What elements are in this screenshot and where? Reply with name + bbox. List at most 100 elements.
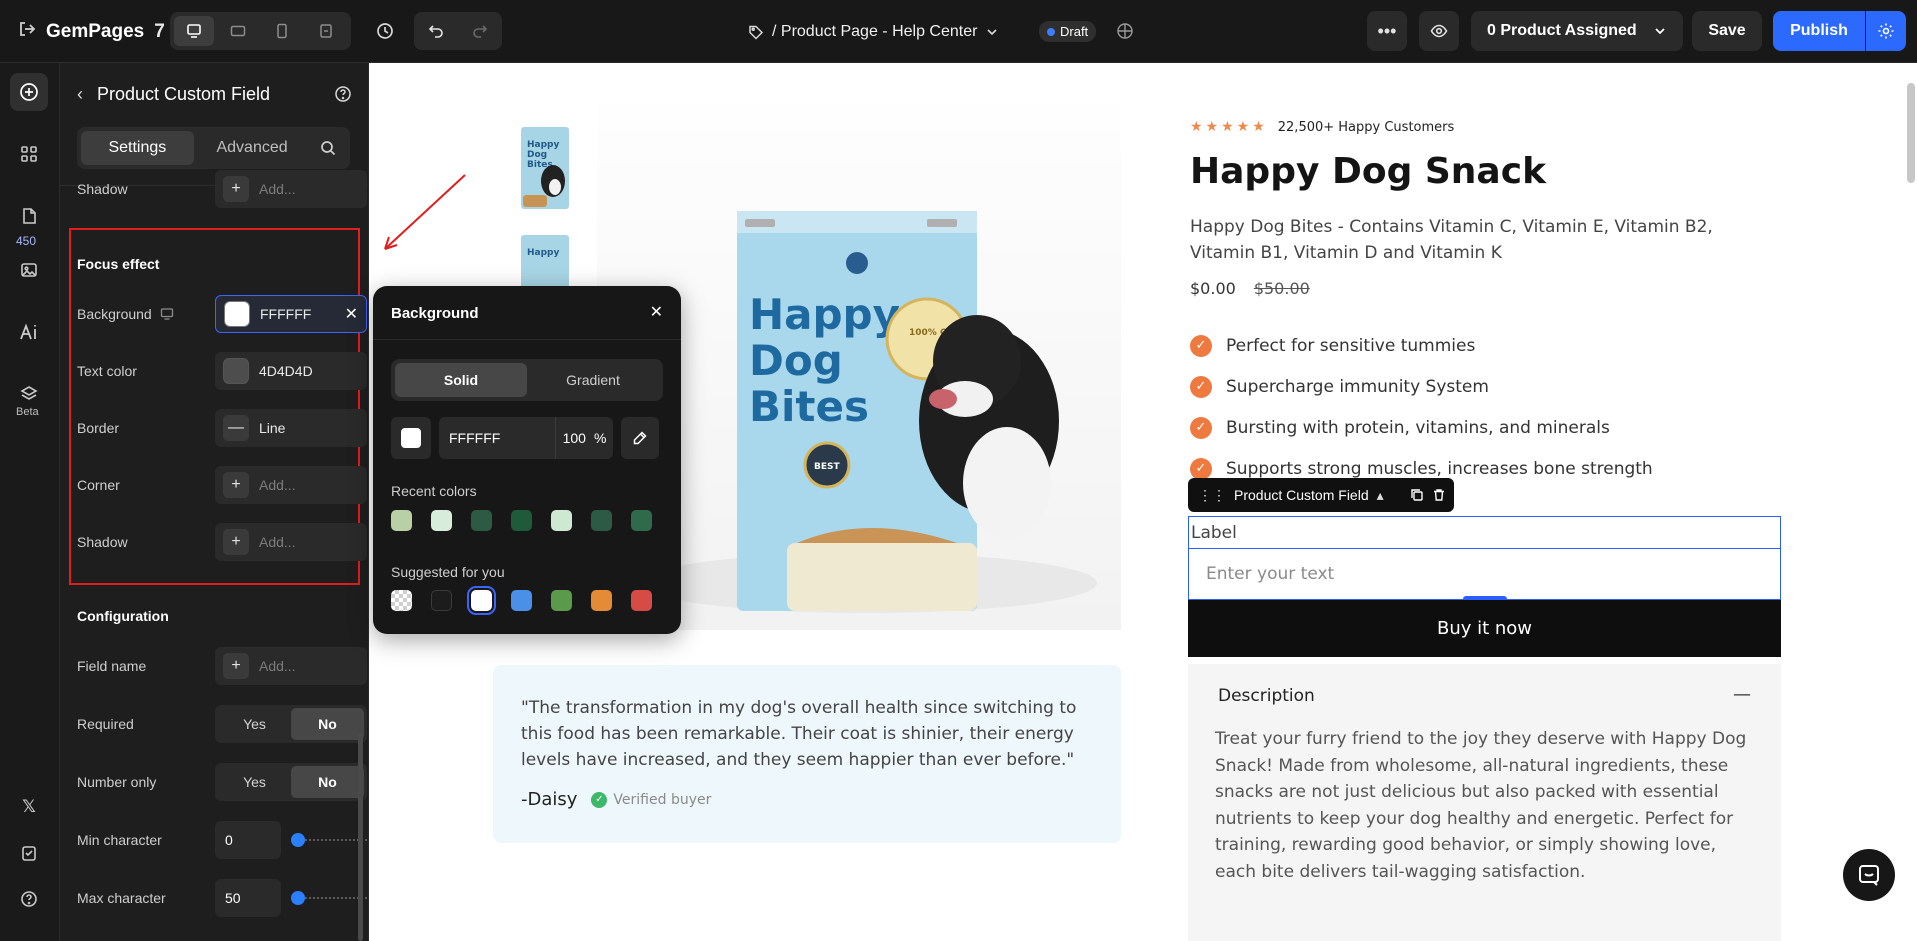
max-character-slider[interactable] <box>287 879 367 917</box>
chat-support-button[interactable] <box>1843 849 1895 901</box>
max-character-input[interactable]: 50 <box>215 879 281 917</box>
help-button[interactable] <box>10 880 48 918</box>
panel-scrollbar[interactable] <box>358 733 363 941</box>
color-swatch[interactable] <box>591 510 612 531</box>
tablet-landscape-view-button[interactable] <box>218 16 258 46</box>
number-only-no-option[interactable]: No <box>291 766 364 798</box>
benefit-item[interactable]: ✓ Perfect for sensitive tummies <box>1190 325 1653 366</box>
publish-button[interactable]: Publish <box>1773 11 1865 51</box>
corner-add-field[interactable]: + Add... <box>215 466 367 504</box>
price-row: $0.00 $50.00 <box>1190 279 1310 298</box>
suggested-colors-row <box>391 586 652 615</box>
ai-button[interactable] <box>10 313 48 351</box>
checklist-button[interactable] <box>10 834 48 872</box>
opacity-input[interactable]: 100 % <box>555 417 613 459</box>
color-swatch[interactable] <box>431 590 452 611</box>
element-toolbar-label[interactable]: Product Custom Field <box>1234 487 1369 503</box>
focus-shadow-add-field[interactable]: + Add... <box>215 523 367 561</box>
back-chevron-icon[interactable]: ‹ <box>77 84 83 105</box>
min-character-input[interactable]: 0 <box>215 821 281 859</box>
focus-background-field[interactable]: FFFFFF ✕ <box>215 295 367 333</box>
panel-tabs: Settings Advanced <box>77 127 350 169</box>
color-swatch[interactable] <box>431 510 452 531</box>
desktop-view-button[interactable] <box>174 16 214 46</box>
number-only-yes-option[interactable]: Yes <box>218 766 291 798</box>
benefit-item[interactable]: ✓ Bursting with protein, vitamins, and mi… <box>1190 407 1653 448</box>
more-options-button[interactable]: ••• <box>1367 11 1407 51</box>
buy-it-now-button[interactable]: Buy it now <box>1188 600 1781 657</box>
color-swatch[interactable] <box>551 510 572 531</box>
focus-text-color-row: Text color 4D4D4D <box>77 352 367 390</box>
product-thumbnail[interactable]: Happy Dog Bites <box>493 119 596 217</box>
required-no-option[interactable]: No <box>291 708 364 740</box>
pages-button[interactable] <box>10 197 48 235</box>
color-swatch[interactable] <box>511 590 532 611</box>
canvas-scrollbar[interactable] <box>1907 83 1915 183</box>
eyedropper-button[interactable] <box>621 417 659 459</box>
mobile-view-button[interactable] <box>262 16 302 46</box>
benefit-text: Perfect for sensitive tummies <box>1226 335 1476 356</box>
search-settings-button[interactable] <box>310 131 346 165</box>
collapse-minus-icon[interactable]: — <box>1733 684 1751 705</box>
publish-settings-button[interactable] <box>1866 11 1906 51</box>
close-icon[interactable]: ✕ <box>650 302 663 322</box>
color-swatch[interactable] <box>551 590 572 611</box>
app-logo[interactable]: GemPages 7 <box>18 0 165 63</box>
history-button[interactable] <box>366 12 404 50</box>
color-swatch[interactable] <box>391 510 412 531</box>
tab-solid[interactable]: Solid <box>395 363 527 397</box>
required-yes-option[interactable]: Yes <box>218 708 291 740</box>
color-swatch[interactable] <box>591 590 612 611</box>
shadow-add-field[interactable]: + Add... <box>215 170 367 208</box>
color-swatch[interactable] <box>471 510 492 531</box>
tab-settings[interactable]: Settings <box>81 131 194 165</box>
custom-width-view-button[interactable] <box>306 16 346 46</box>
field-name-row: Field name + Add... <box>77 647 367 685</box>
custom-field-input[interactable]: Enter your text <box>1188 548 1781 600</box>
color-swatch[interactable] <box>391 590 412 611</box>
slider-thumb[interactable] <box>291 833 305 847</box>
save-button[interactable]: Save <box>1692 11 1762 51</box>
benefit-item[interactable]: ✓ Supercharge immunity System <box>1190 366 1653 407</box>
clear-icon[interactable]: ✕ <box>345 304 358 324</box>
drag-handle-icon[interactable]: ⋮⋮ <box>1198 487 1226 504</box>
page-selector[interactable]: / Product Page - Help Center <box>748 0 999 63</box>
check-icon: ✓ <box>1190 457 1212 480</box>
undo-button[interactable] <box>414 12 458 50</box>
layout-icon[interactable] <box>1114 20 1136 42</box>
custom-field-label[interactable]: Label <box>1188 516 1781 549</box>
field-name-add-field[interactable]: + Add... <box>215 647 367 685</box>
text-color-field[interactable]: 4D4D4D <box>215 352 367 390</box>
color-swatch[interactable] <box>631 590 652 611</box>
duplicate-icon[interactable] <box>1410 488 1424 502</box>
color-swatch[interactable] <box>631 510 652 531</box>
color-swatch[interactable] <box>467 586 496 615</box>
product-title[interactable]: Happy Dog Snack <box>1190 151 1546 192</box>
product-thumbnail[interactable]: Happy <box>493 231 596 291</box>
add-element-button[interactable] <box>10 73 48 111</box>
description-heading[interactable]: Description <box>1218 686 1315 706</box>
media-button[interactable] <box>10 251 48 289</box>
min-character-slider[interactable] <box>287 821 367 859</box>
product-price[interactable]: $0.00 <box>1190 279 1236 298</box>
tab-gradient[interactable]: Gradient <box>527 363 659 397</box>
preview-button[interactable] <box>1419 11 1459 51</box>
product-description[interactable]: Happy Dog Bites - Contains Vitamin C, Vi… <box>1190 214 1780 266</box>
hex-input[interactable]: FFFFFF <box>439 417 555 459</box>
compare-price[interactable]: $50.00 <box>1254 279 1310 298</box>
tab-advanced[interactable]: Advanced <box>198 131 307 165</box>
slider-thumb[interactable] <box>291 891 305 905</box>
chevron-up-icon[interactable]: ▴ <box>1377 487 1384 504</box>
exit-icon[interactable] <box>18 20 36 43</box>
x-social-button[interactable]: 𝕏 <box>10 788 48 826</box>
annotation-arrow-icon <box>384 174 466 250</box>
color-swatch[interactable] <box>511 510 532 531</box>
sections-button[interactable] <box>10 135 48 173</box>
trash-icon[interactable] <box>1432 488 1446 502</box>
help-circle-icon[interactable] <box>334 85 352 103</box>
border-field[interactable]: — Line <box>215 409 367 447</box>
product-assigned-dropdown[interactable]: 0 Product Assigned <box>1471 11 1683 51</box>
current-color-swatch[interactable] <box>391 417 431 459</box>
redo-button[interactable] <box>458 12 502 50</box>
recent-colors-row <box>391 510 652 531</box>
